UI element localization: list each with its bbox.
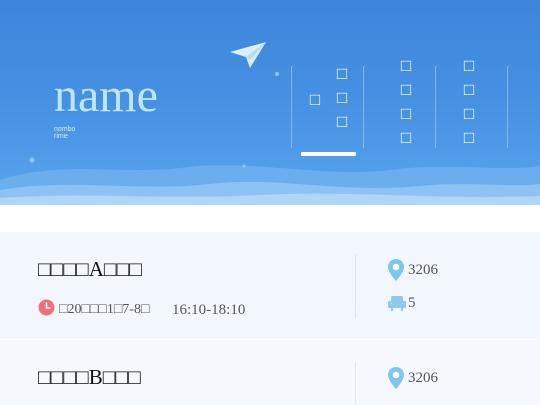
seat-icon — [388, 296, 406, 311]
tab-divider — [291, 66, 292, 148]
tab-2-char: □ — [400, 80, 412, 99]
tab-divider — [507, 66, 508, 148]
location-pin-icon — [388, 367, 404, 389]
tab-divider — [435, 66, 436, 148]
meeting-card[interactable]: □□□□B□□□ 3206 — [0, 340, 540, 405]
tab-1-char: □ — [309, 90, 321, 109]
tab-2-char: □ — [400, 128, 412, 147]
location-pin-icon — [388, 259, 404, 281]
brand-subtitle-line2: rime — [54, 133, 68, 140]
tab-3-char: □ — [463, 56, 475, 75]
tab-2[interactable]: □ □ □ □ — [397, 54, 415, 150]
tab-1-char: □ — [336, 64, 348, 83]
section-gap — [0, 205, 540, 232]
tab-3-char: □ — [463, 128, 475, 147]
active-tab-indicator — [301, 152, 356, 156]
tab-2-char: □ — [400, 56, 412, 75]
meeting-capacity: 5 — [408, 295, 416, 311]
meeting-card[interactable]: □□□□A□□□ □20□□□1□7-8□ 16:10-18:10 3206 5 — [0, 232, 540, 339]
meeting-room: 3206 — [408, 262, 438, 278]
card-divider — [355, 254, 356, 318]
header-banner: name nombo rime □ □ □ □ □ □ □ □ □ □ □ □ — [0, 0, 540, 205]
meeting-title: □□□□B□□□ — [38, 365, 141, 389]
brand-name: name — [54, 69, 158, 122]
paper-plane-icon — [230, 42, 266, 68]
meeting-title: □□□□A□□□ — [38, 257, 142, 281]
tab-2-char: □ — [400, 104, 412, 123]
tab-3-char: □ — [463, 80, 475, 99]
meeting-date: □20□□□1□7-8□ — [59, 302, 150, 317]
tab-1-char: □ — [336, 112, 348, 131]
tab-divider — [363, 66, 364, 148]
card-divider — [355, 362, 356, 405]
meeting-room: 3206 — [408, 370, 438, 386]
meeting-time: 16:10-18:10 — [172, 302, 246, 318]
clock-icon — [38, 299, 55, 316]
tab-3-char: □ — [463, 104, 475, 123]
tab-1[interactable]: □ □ □ □ — [306, 62, 354, 142]
tab-3[interactable]: □ □ □ □ — [460, 54, 478, 150]
tab-1-char: □ — [336, 88, 348, 107]
